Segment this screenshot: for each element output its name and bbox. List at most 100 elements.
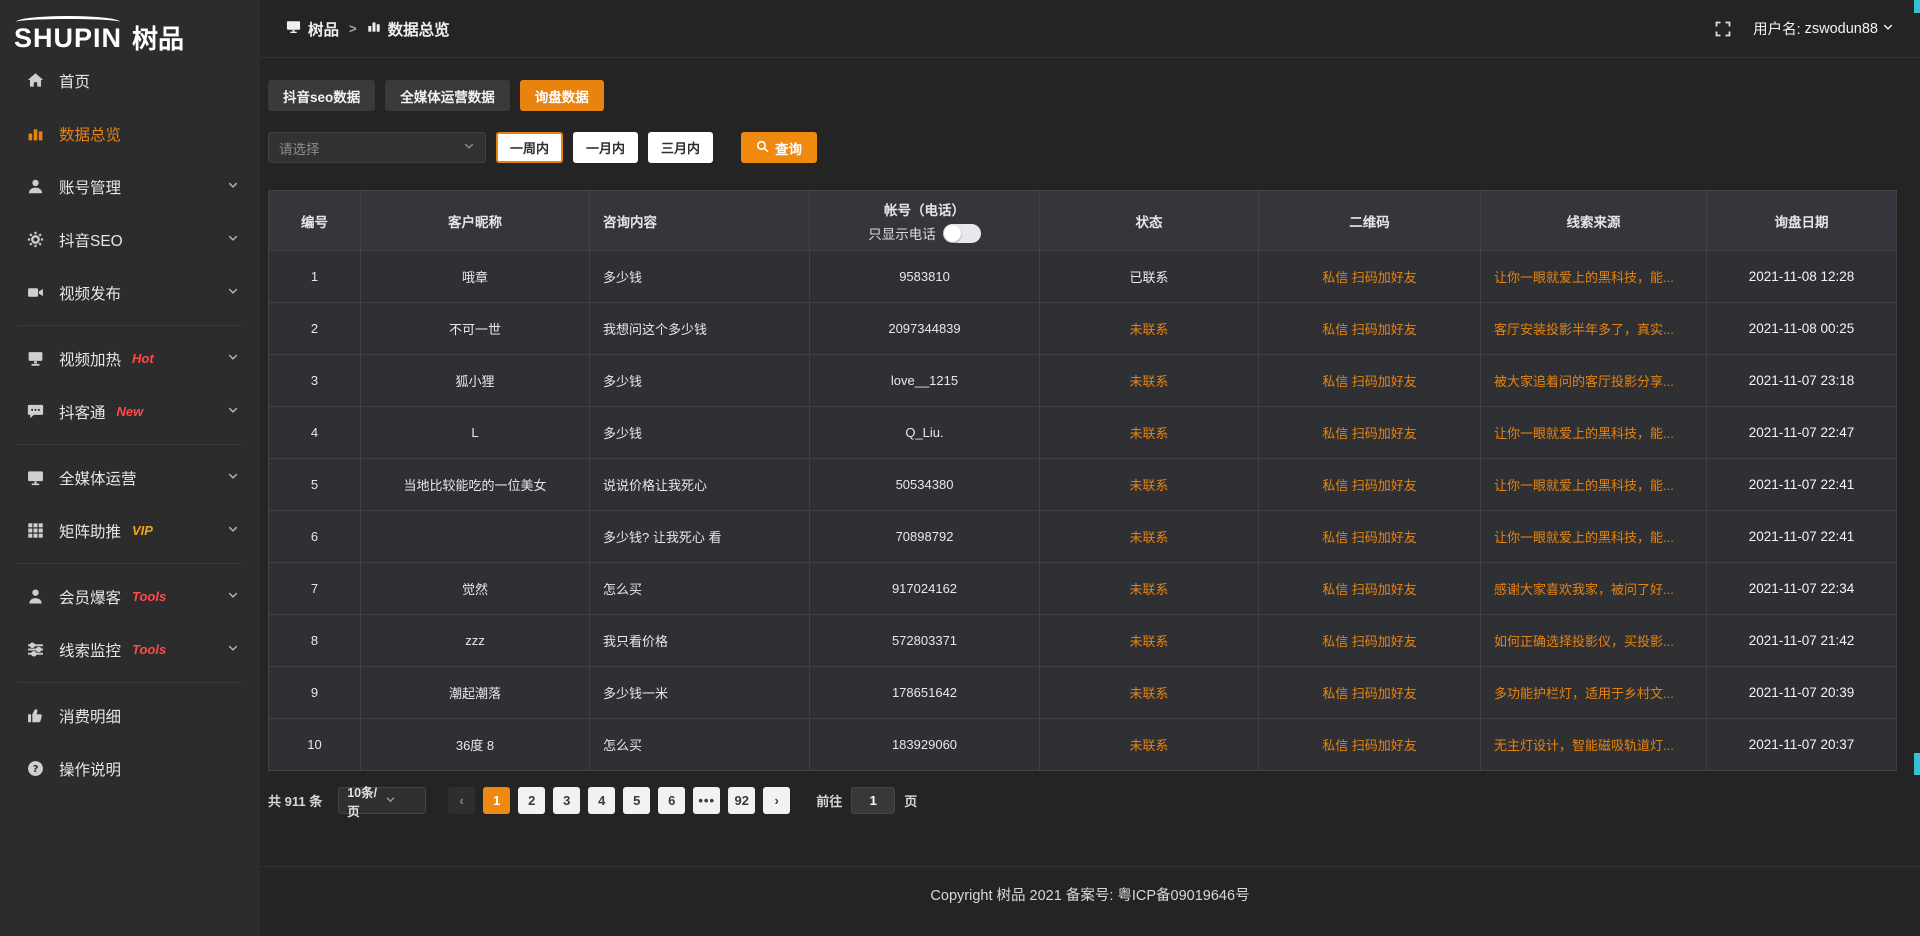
qrcode-link[interactable]: 私信 扫码加好友 (1259, 719, 1481, 771)
user-menu[interactable]: 用户名: zswodun88 (1753, 18, 1894, 39)
cell-date: 2021-11-08 12:28 (1707, 251, 1897, 303)
bar-chart-icon (27, 125, 44, 142)
scrollbar-thumb[interactable] (1914, 753, 1920, 775)
tab-omni-media-data[interactable]: 全媒体运营数据 (385, 80, 510, 111)
show-phone-toggle[interactable] (943, 224, 981, 243)
cell-no: 4 (269, 407, 361, 459)
source-link[interactable]: 让你一眼就爱上的黑科技，能... (1481, 511, 1707, 563)
source-link[interactable]: 被大家追着问的客厅投影分享... (1481, 355, 1707, 407)
qrcode-link[interactable]: 私信 扫码加好友 (1259, 251, 1481, 303)
source-link[interactable]: 多功能护栏灯，适用于乡村文... (1481, 667, 1707, 719)
sidebar-item-video-publish[interactable]: 视频发布 (0, 266, 260, 319)
total-count: 共 911 条 (268, 791, 322, 810)
chevron-down-icon (227, 588, 239, 606)
cell-content: 我想问这个多少钱 (590, 303, 810, 355)
sidebar-item-matrix-boost[interactable]: 矩阵助推 VIP (0, 504, 260, 557)
goto-page-input[interactable] (851, 787, 895, 814)
filter-select[interactable]: 请选择 (268, 132, 486, 163)
sidebar-item-label: 线索监控 (59, 639, 121, 661)
range-week-button[interactable]: 一周内 (496, 132, 563, 163)
sidebar-item-douyin-seo[interactable]: 抖音SEO (0, 213, 260, 266)
search-button[interactable]: 查询 (741, 132, 817, 163)
source-link[interactable]: 如何正确选择投影仪，买投影... (1481, 615, 1707, 667)
col-header-date: 询盘日期 (1707, 191, 1897, 251)
content-area: 抖音seo数据 全媒体运营数据 询盘数据 请选择 一周内 一月内 三月内 查询 (260, 58, 1920, 814)
brand-logo-en: SHUPIN (14, 25, 122, 52)
page-button-3[interactable]: 3 (553, 787, 580, 814)
source-link[interactable]: 让你一眼就爱上的黑科技，能... (1481, 251, 1707, 303)
qrcode-link[interactable]: 私信 扫码加好友 (1259, 303, 1481, 355)
col-header-nickname: 客户昵称 (361, 191, 590, 251)
page-button-1[interactable]: 1 (483, 787, 510, 814)
source-link[interactable]: 让你一眼就爱上的黑科技，能... (1481, 459, 1707, 511)
fullscreen-icon[interactable] (1715, 21, 1731, 37)
cell-account: love__1215 (810, 355, 1040, 407)
cell-date: 2021-11-07 22:34 (1707, 563, 1897, 615)
col-header-no: 编号 (269, 191, 361, 251)
next-page-button[interactable]: › (763, 787, 790, 814)
sidebar-item-doukodong[interactable]: 抖客通 New (0, 385, 260, 438)
tab-inquiry-data[interactable]: 询盘数据 (520, 80, 604, 111)
qrcode-link[interactable]: 私信 扫码加好友 (1259, 459, 1481, 511)
cell-nickname: zzz (361, 615, 590, 667)
page-button-4[interactable]: 4 (588, 787, 615, 814)
table-row: 8 zzz 我只看价格 572803371 未联系 私信 扫码加好友 如何正确选… (269, 615, 1897, 667)
cell-date: 2021-11-07 22:41 (1707, 459, 1897, 511)
page-button-5[interactable]: 5 (623, 787, 650, 814)
cell-nickname: 当地比较能吃的一位美女 (361, 459, 590, 511)
status-badge: 未联系 (1040, 563, 1259, 615)
status-badge: 未联系 (1040, 615, 1259, 667)
source-link[interactable]: 感谢大家喜欢我家，被问了好... (1481, 563, 1707, 615)
sidebar-divider (18, 682, 242, 683)
table-row: 9 潮起潮落 多少钱一米 178651642 未联系 私信 扫码加好友 多功能护… (269, 667, 1897, 719)
breadcrumb-app[interactable]: 树品 (286, 18, 339, 40)
range-month-button[interactable]: 一月内 (573, 132, 638, 163)
qrcode-link[interactable]: 私信 扫码加好友 (1259, 615, 1481, 667)
range-quarter-button[interactable]: 三月内 (648, 132, 713, 163)
cell-nickname: 潮起潮落 (361, 667, 590, 719)
chevron-down-icon (385, 794, 417, 808)
brand-logo: SHUPIN 树品 (0, 0, 260, 52)
bar-chart-icon (367, 19, 381, 38)
sidebar-item-label: 首页 (59, 70, 90, 92)
sidebar-item-expense-detail[interactable]: 消费明细 (0, 689, 260, 742)
sidebar-item-account-mgmt[interactable]: 账号管理 (0, 160, 260, 213)
sidebar-item-label: 视频发布 (59, 282, 121, 304)
account-header-label: 帐号（电话） (820, 198, 1029, 224)
page-button-6[interactable]: 6 (658, 787, 685, 814)
source-link[interactable]: 无主灯设计，智能磁吸轨道灯... (1481, 719, 1707, 771)
qrcode-link[interactable]: 私信 扫码加好友 (1259, 511, 1481, 563)
source-link[interactable]: 让你一眼就爱上的黑科技，能... (1481, 407, 1707, 459)
user-icon (27, 178, 44, 195)
sidebar-item-video-heat[interactable]: 视频加热 Hot (0, 332, 260, 385)
qrcode-link[interactable]: 私信 扫码加好友 (1259, 355, 1481, 407)
qrcode-link[interactable]: 私信 扫码加好友 (1259, 407, 1481, 459)
sidebar-item-help[interactable]: ? 操作说明 (0, 742, 260, 795)
question-circle-icon: ? (27, 760, 44, 777)
prev-page-button[interactable]: ‹ (448, 787, 475, 814)
page-size-select[interactable]: 10条/页 (338, 787, 426, 814)
source-link[interactable]: 客厅安装投影半年多了，真实... (1481, 303, 1707, 355)
table-row: 1 哦章 多少钱 9583810 已联系 私信 扫码加好友 让你一眼就爱上的黑科… (269, 251, 1897, 303)
sidebar-item-data-overview[interactable]: 数据总览 (0, 107, 260, 160)
chat-bubble-icon (27, 403, 44, 420)
cell-account: 183929060 (810, 719, 1040, 771)
sidebar-item-member-leads[interactable]: 会员爆客 Tools (0, 570, 260, 623)
table-row: 10 36度 8 怎么买 183929060 未联系 私信 扫码加好友 无主灯设… (269, 719, 1897, 771)
col-header-content: 咨询内容 (590, 191, 810, 251)
breadcrumb-page[interactable]: 数据总览 (367, 18, 450, 40)
sidebar-item-lead-monitor[interactable]: 线索监控 Tools (0, 623, 260, 676)
tab-douyin-seo-data[interactable]: 抖音seo数据 (268, 80, 375, 111)
page-button-92[interactable]: 92 (728, 787, 755, 814)
page-button-2[interactable]: 2 (518, 787, 545, 814)
copyright-text: Copyright 树品 2021 备案号: 粤ICP备09019646号 (930, 884, 1249, 936)
sidebar-item-home[interactable]: 首页 (0, 54, 260, 107)
cell-content: 怎么买 (590, 719, 810, 771)
more-pages-button[interactable]: ••• (693, 787, 720, 814)
scrollbar-thumb[interactable] (1914, 0, 1920, 13)
qrcode-link[interactable]: 私信 扫码加好友 (1259, 563, 1481, 615)
cell-content: 多少钱? 让我死心 看 (590, 511, 810, 563)
sidebar-item-omni-media[interactable]: 全媒体运营 (0, 451, 260, 504)
qrcode-link[interactable]: 私信 扫码加好友 (1259, 667, 1481, 719)
cell-nickname: L (361, 407, 590, 459)
